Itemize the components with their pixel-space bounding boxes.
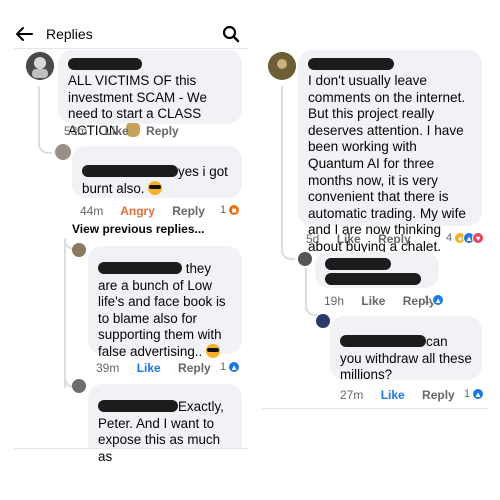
avatar[interactable] xyxy=(55,144,71,160)
like-reaction-icon: ▲ xyxy=(228,361,241,373)
comment-bubble: can you withdraw all these millions? xyxy=(330,316,482,382)
thread-connector xyxy=(38,140,52,154)
reaction-count[interactable]: 4 ● ▲ ♥ xyxy=(446,232,485,244)
screenshot-bottom-divider xyxy=(14,448,248,449)
reaction-count[interactable]: 1 ▲ xyxy=(220,361,241,373)
like-button[interactable]: Like xyxy=(337,232,361,246)
avatar[interactable] xyxy=(26,52,54,80)
redacted-name xyxy=(82,165,178,177)
reaction-count-number: 1 xyxy=(464,388,471,400)
comment-bubble: they are a bunch of Low life's and face … xyxy=(88,246,242,359)
comment-text: they are a bunch of Low life's and face … xyxy=(98,261,226,359)
reply-button[interactable]: Reply xyxy=(172,204,205,218)
comment-bubble: yes i got burnt also. xyxy=(72,146,242,198)
avatar[interactable] xyxy=(268,52,296,80)
avatar[interactable] xyxy=(72,243,86,257)
reply-button[interactable]: Reply xyxy=(178,361,211,375)
reaction-count-number: 1 xyxy=(424,294,431,306)
thread-line xyxy=(64,238,66,388)
thread-connector xyxy=(305,304,317,316)
comment-actions: 27m Like Reply xyxy=(340,388,469,402)
search-icon[interactable] xyxy=(222,25,240,43)
comment-bubble: Exactly, Peter. And I want to expose thi… xyxy=(88,384,242,464)
screenshot-bottom-divider xyxy=(262,408,488,409)
back-arrow-icon[interactable] xyxy=(14,24,34,44)
redacted-name xyxy=(98,400,178,412)
comment-actions: 44m Angry Reply xyxy=(80,204,219,218)
comment-bubble: I don't usually leave comments on the in… xyxy=(298,50,482,254)
timestamp: 5d xyxy=(306,232,320,246)
thread-connector xyxy=(281,246,295,260)
redacted-text xyxy=(325,273,421,285)
redacted-name xyxy=(308,58,394,70)
like-button[interactable]: Like xyxy=(381,388,405,402)
reply-button[interactable]: Reply xyxy=(422,388,455,402)
like-reaction-icon: ▲ xyxy=(472,388,485,400)
timestamp: 53m xyxy=(64,124,88,138)
comment-bubble: ALL VICTIMS OF this investment SCAM - We… xyxy=(58,50,242,138)
reaction-count-number: 1 xyxy=(220,361,227,373)
reply-button[interactable]: Reply xyxy=(146,124,179,138)
timestamp: 39m xyxy=(96,361,120,375)
thread-line xyxy=(38,86,40,146)
comment-text-continued: Peter. And I want to expose this as much… xyxy=(98,415,221,464)
like-button[interactable]: Like xyxy=(105,124,129,138)
timestamp: 44m xyxy=(80,204,104,218)
comment-actions: 5d Like Reply xyxy=(306,232,425,246)
like-button[interactable]: Like xyxy=(137,361,161,375)
comment-bubble xyxy=(315,252,439,288)
timestamp: 19h xyxy=(324,294,345,308)
reaction-count[interactable]: 1 ■ xyxy=(220,204,241,216)
redacted-name xyxy=(68,58,142,70)
comment-text: I don't usually leave comments on the in… xyxy=(308,73,466,254)
like-button[interactable]: Like xyxy=(361,294,385,308)
redacted-name xyxy=(98,262,182,274)
redacted-name xyxy=(340,335,426,347)
thread-line xyxy=(281,86,283,252)
reaction-count[interactable]: 1 ▲ xyxy=(464,388,485,400)
comment-actions: 53m Like Reply xyxy=(64,124,193,138)
angry-reaction-button[interactable]: Angry xyxy=(120,204,155,218)
angry-reaction-icon: ■ xyxy=(228,204,241,216)
reaction-count[interactable]: 1 ▲ xyxy=(424,294,445,306)
heart-reaction-icon: ♥ xyxy=(472,232,485,244)
reaction-count-number: 4 xyxy=(446,232,453,244)
redacted-name xyxy=(325,258,391,270)
page-title: Replies xyxy=(46,26,93,42)
comment-actions: 39m Like Reply xyxy=(96,361,225,375)
sunglasses-emoji-icon xyxy=(205,343,220,358)
comment-text: Exactly, xyxy=(178,399,224,414)
avatar[interactable] xyxy=(298,252,312,266)
like-reaction-icon: ▲ xyxy=(432,294,445,306)
timestamp: 27m xyxy=(340,388,364,402)
avatar[interactable] xyxy=(316,314,330,328)
reaction-count-number: 1 xyxy=(220,204,227,216)
header-divider xyxy=(14,48,248,49)
avatar[interactable] xyxy=(72,379,86,393)
sunglasses-emoji-icon xyxy=(148,180,163,195)
replies-header: Replies xyxy=(14,22,244,46)
reply-button[interactable]: Reply xyxy=(378,232,411,246)
view-previous-replies-link[interactable]: View previous replies... xyxy=(72,222,205,236)
